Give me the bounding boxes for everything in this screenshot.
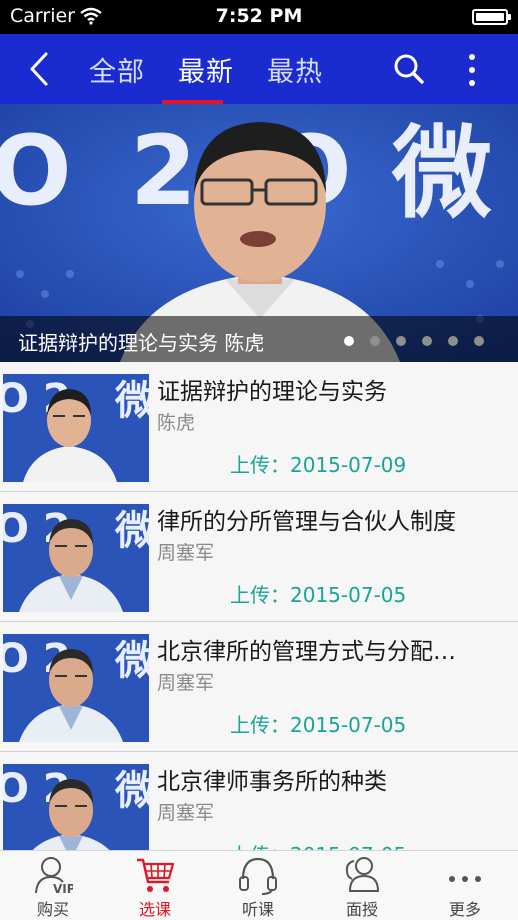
featured-banner[interactable]: O 2 O 微 证据辩护的理论与实务 陈虎 — [0, 104, 518, 362]
status-bar: Carrier 7:52 PM — [0, 0, 518, 34]
course-thumbnail: O 2 微 — [3, 504, 149, 612]
tab-label: 听课 — [241, 900, 274, 919]
course-thumbnail: O 2 微 — [3, 764, 149, 850]
course-title: 证据辩护的理论与实务 — [157, 379, 387, 405]
page-dot[interactable] — [396, 336, 406, 346]
vip-user-icon: VIP — [35, 857, 73, 895]
clock: 7:52 PM — [215, 5, 303, 27]
tab-in-person[interactable]: 面授 — [312, 851, 412, 920]
speaker-name: 周塞军 — [157, 672, 215, 694]
svg-text:微: 微 — [114, 768, 149, 814]
upload-date: 上传：2015-07-05 — [230, 839, 406, 850]
cart-icon — [137, 858, 175, 892]
speaker-name: 陈虎 — [157, 412, 196, 434]
svg-text:微: 微 — [114, 638, 149, 684]
tab-more[interactable]: 更多 — [415, 851, 515, 920]
svg-text:O: O — [0, 115, 72, 227]
svg-text:2: 2 — [130, 115, 197, 227]
banner-caption-bar: 证据辩护的理论与实务 陈虎 — [0, 316, 518, 362]
tab-label: 更多 — [448, 900, 481, 919]
tab-select-course[interactable]: 选课 — [105, 851, 205, 920]
course-thumbnail: O 2 微 — [3, 634, 149, 742]
list-item[interactable]: O 2 微 北京律师事务所的种类 周塞军 上传：2015-07-05 — [0, 752, 518, 850]
course-title: 律所的分所管理与合伙人制度 — [157, 509, 456, 535]
svg-text:微: 微 — [114, 378, 149, 424]
banner-caption: 证据辩护的理论与实务 陈虎 — [18, 331, 265, 355]
page-dot[interactable] — [448, 336, 458, 346]
bottom-tab-bar: VIP 购买 选课 听课 面授 更多 — [0, 850, 518, 920]
page-dot[interactable] — [474, 336, 484, 346]
search-icon[interactable] — [392, 52, 426, 86]
list-item[interactable]: O 2 微 律所的分所管理与合伙人制度 周塞军 上传：2015-07-05 — [0, 492, 518, 622]
course-title: 北京律师事务所的种类 — [157, 769, 387, 795]
tab-hottest[interactable]: 最热 — [267, 50, 323, 89]
upload-date: 上传：2015-07-05 — [230, 583, 407, 607]
page-dot[interactable] — [370, 336, 380, 346]
tab-label: 选课 — [138, 900, 171, 919]
tab-label: 购买 — [36, 900, 69, 919]
more-icon — [449, 876, 481, 882]
battery-icon — [472, 9, 511, 25]
upload-date: 上传：2015-07-05 — [230, 713, 407, 737]
speaker-name: 周塞军 — [157, 542, 215, 564]
page-dot[interactable] — [422, 336, 432, 346]
svg-text:VIP: VIP — [53, 882, 73, 895]
upload-date: 上传：2015-07-09 — [230, 453, 407, 477]
top-nav-bar: 全部 最新 最热 — [0, 34, 518, 104]
svg-text:微: 微 — [114, 508, 149, 554]
course-thumbnail: O 2 微 — [3, 374, 149, 482]
users-icon — [345, 857, 380, 892]
tab-listen[interactable]: 听课 — [208, 851, 308, 920]
tab-latest[interactable]: 最新 — [178, 50, 234, 89]
svg-text:微: 微 — [391, 115, 492, 232]
speaker-name: 周塞军 — [157, 802, 215, 824]
overflow-menu-icon[interactable] — [462, 50, 482, 90]
course-list: O 2 微 证据辩护的理论与实务 陈虎 上传：2015-07-09 O 2 微 — [0, 362, 518, 850]
headphones-icon — [239, 857, 277, 895]
back-chevron-icon[interactable] — [24, 48, 64, 90]
tab-label: 面授 — [345, 900, 378, 919]
tab-all[interactable]: 全部 — [89, 50, 145, 89]
course-title: 北京律所的管理方式与分配… — [157, 639, 456, 665]
list-item[interactable]: O 2 微 证据辩护的理论与实务 陈虎 上传：2015-07-09 — [0, 362, 518, 492]
list-item[interactable]: O 2 微 北京律所的管理方式与分配… 周塞军 上传：2015-07-05 — [0, 622, 518, 752]
tab-buy[interactable]: VIP 购买 — [3, 851, 103, 920]
page-dot[interactable] — [344, 336, 354, 346]
